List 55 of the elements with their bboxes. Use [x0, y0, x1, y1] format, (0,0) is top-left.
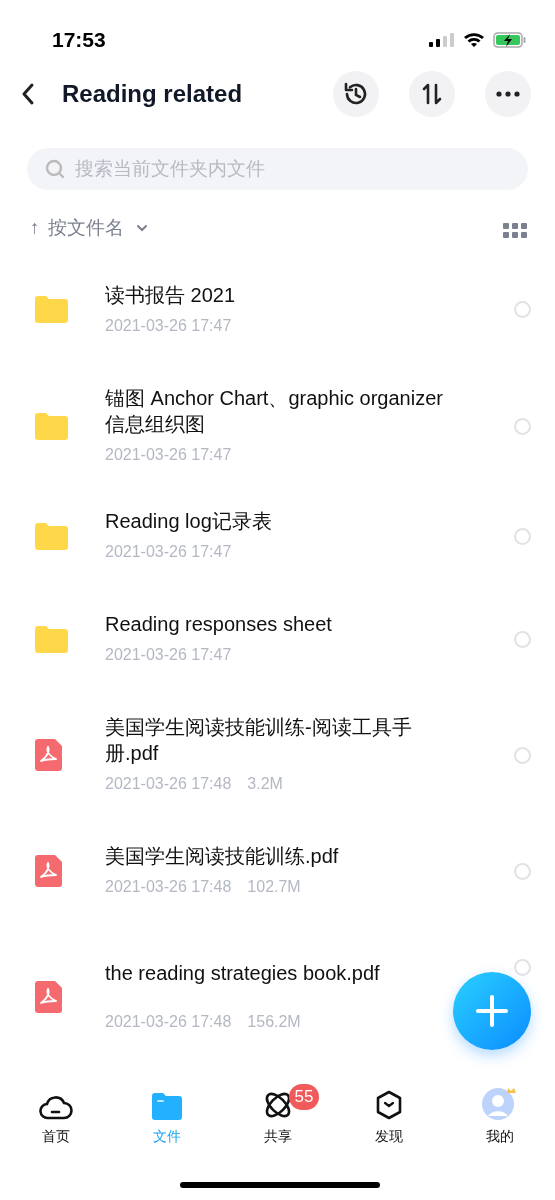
- avatar-icon: [480, 1086, 519, 1120]
- file-name[interactable]: 美国学生阅读技能训练.pdf: [105, 843, 339, 869]
- folder-title: Reading related: [62, 79, 243, 109]
- plus-icon: [475, 994, 509, 1028]
- folder-icon: [35, 522, 68, 550]
- select-circle[interactable]: [514, 301, 531, 318]
- hexagon-icon: [374, 1090, 403, 1120]
- file-name[interactable]: 锚图 Anchor Chart、graphic organizer信息组织图: [105, 385, 457, 437]
- back-button[interactable]: [20, 81, 36, 107]
- folder-icon: [35, 296, 68, 323]
- tab-bar-item[interactable]: 发现: [333, 1084, 444, 1147]
- pdf-icon: [35, 739, 62, 771]
- modified-date: 2021-03-26 17:47: [105, 315, 232, 336]
- modified-date: 2021-03-26 17:48: [105, 774, 232, 794]
- more-button[interactable]: [485, 71, 531, 117]
- folder-icon: [35, 625, 68, 653]
- file-name[interactable]: Reading log记录表: [105, 508, 272, 534]
- sort-arrows-icon: [420, 82, 444, 106]
- file-size: 156.2M: [247, 1012, 301, 1032]
- file-size: 102.7M: [247, 877, 301, 897]
- modified-date: 2021-03-26 17:47: [105, 542, 232, 562]
- signal-icon: [429, 33, 455, 47]
- folder-icon: [151, 1093, 182, 1120]
- pdf-icon: [35, 981, 62, 1013]
- folder-icon: [35, 412, 68, 440]
- search-field[interactable]: 搜索当前文件夹内文件: [27, 148, 528, 190]
- notification-badge: 55: [288, 1084, 320, 1110]
- sort-by-name-button[interactable]: ↑ 按文件名: [30, 214, 148, 243]
- tab-bar-item[interactable]: 我的: [444, 1084, 555, 1147]
- modified-date: 2021-03-26 17:47: [105, 445, 232, 465]
- sort-button[interactable]: [409, 71, 455, 117]
- file-name[interactable]: 美国学生阅读技能训练-阅读工具手册.pdf: [105, 714, 457, 766]
- history-button[interactable]: [333, 71, 379, 117]
- wifi-icon: [463, 32, 485, 48]
- select-circle[interactable]: [514, 746, 531, 764]
- tab-bar-item[interactable]: 首页: [0, 1084, 111, 1147]
- file-size: 3.2M: [247, 774, 283, 794]
- chevron-down-icon: [135, 224, 148, 233]
- file-name[interactable]: 读书报告 2021: [105, 281, 236, 308]
- select-circle[interactable]: [514, 417, 531, 435]
- select-circle[interactable]: [514, 527, 531, 545]
- select-circle[interactable]: [514, 630, 531, 648]
- modified-date: 2021-03-26 17:47: [105, 645, 232, 665]
- tab-bar-item[interactable]: 55 共享: [222, 1084, 333, 1147]
- modified-date: 2021-03-26 17:48: [105, 1012, 232, 1032]
- select-circle[interactable]: [514, 959, 531, 976]
- battery-icon: [493, 32, 527, 48]
- add-button[interactable]: [453, 972, 531, 1050]
- file-name[interactable]: the reading strategies book.pdf: [105, 960, 380, 986]
- status-time: 17:53: [52, 27, 106, 54]
- more-icon: [496, 91, 520, 97]
- modified-date: 2021-03-26 17:48: [105, 877, 232, 897]
- select-circle[interactable]: [514, 862, 531, 880]
- file-name[interactable]: Reading responses sheet: [105, 611, 332, 637]
- pdf-icon: [35, 855, 62, 887]
